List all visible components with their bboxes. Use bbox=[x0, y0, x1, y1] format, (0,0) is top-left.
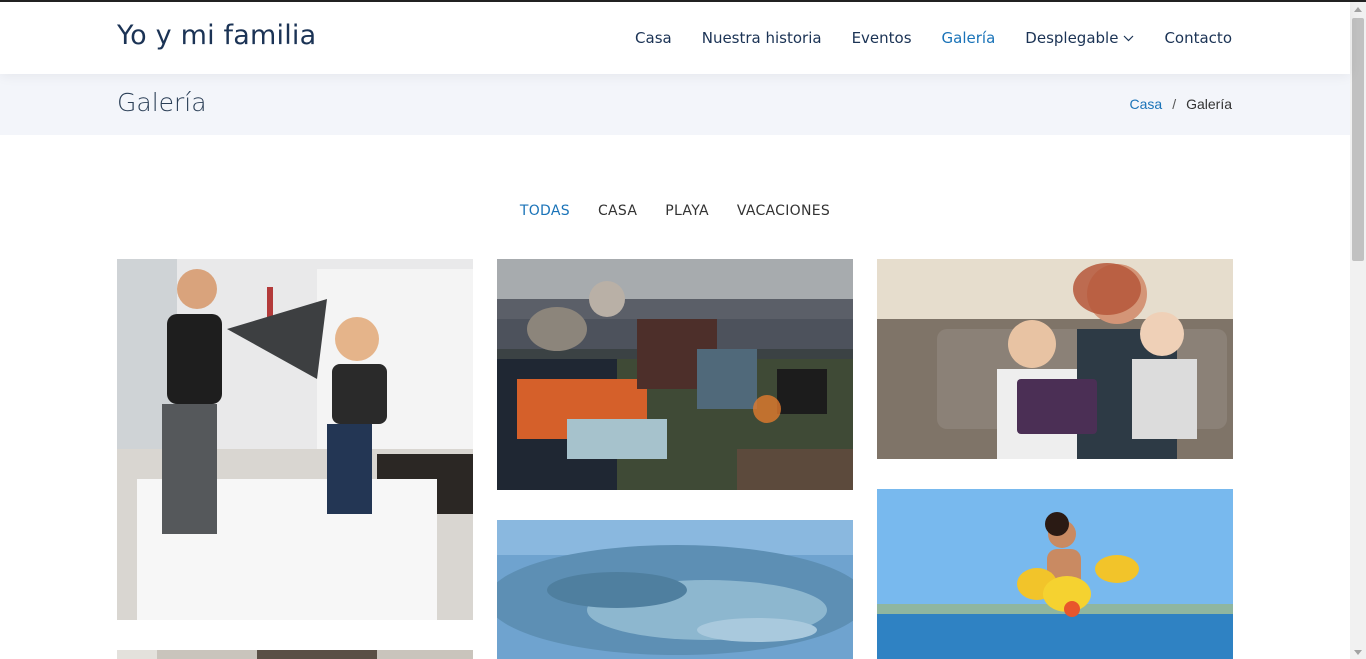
gallery-filters: TODAS CASA PLAYA VACACIONES bbox=[0, 203, 1350, 219]
family-partial-photo bbox=[117, 650, 473, 659]
nav-item-contacto[interactable]: Contacto bbox=[1164, 29, 1232, 47]
gallery-item-child-beach[interactable] bbox=[877, 489, 1233, 659]
filter-playa[interactable]: PLAYA bbox=[665, 203, 709, 219]
breadcrumb-separator: / bbox=[1172, 96, 1177, 112]
scrollbar-thumb[interactable] bbox=[1352, 18, 1364, 261]
pillow-fight-photo bbox=[117, 259, 473, 620]
campfire-group-photo bbox=[497, 259, 853, 490]
nav-item-casa[interactable]: Casa bbox=[635, 29, 672, 47]
gallery-item-pillow-fight[interactable] bbox=[117, 259, 473, 620]
breadcrumb-home-link[interactable]: Casa bbox=[1130, 96, 1163, 112]
breadcrumb: Casa / Galería bbox=[1130, 96, 1233, 112]
gallery-item-mother-children[interactable] bbox=[877, 259, 1233, 459]
chevron-down-icon bbox=[1124, 35, 1134, 41]
page-title-bar: Galería Casa / Galería bbox=[0, 74, 1350, 135]
nav-item-nuestra-historia[interactable]: Nuestra historia bbox=[702, 29, 822, 47]
child-beach-floaties-photo bbox=[877, 489, 1233, 659]
filter-casa[interactable]: CASA bbox=[598, 203, 637, 219]
gallery-item-campfire[interactable] bbox=[497, 259, 853, 490]
nav-item-eventos[interactable]: Eventos bbox=[852, 29, 912, 47]
site-logo[interactable]: Yo y mi familia bbox=[117, 20, 316, 51]
main-navigation: Casa Nuestra historia Eventos Galería De… bbox=[605, 29, 1232, 47]
page-scrollbar[interactable] bbox=[1350, 2, 1366, 659]
filter-todas[interactable]: TODAS bbox=[520, 203, 570, 219]
nav-item-desplegable-label: Desplegable bbox=[1025, 29, 1119, 47]
breadcrumb-current: Galería bbox=[1186, 96, 1232, 112]
mother-children-tablet-photo bbox=[877, 259, 1233, 459]
scroll-down-arrow-icon[interactable] bbox=[1354, 650, 1362, 655]
nav-item-galeria[interactable]: Galería bbox=[942, 29, 996, 47]
site-header: Yo y mi familia Casa Nuestra historia Ev… bbox=[0, 2, 1350, 74]
filter-vacaciones[interactable]: VACACIONES bbox=[737, 203, 830, 219]
gallery-item-aerial-landscape[interactable] bbox=[497, 520, 853, 659]
gallery-item-family-partial[interactable] bbox=[117, 650, 473, 659]
scroll-up-arrow-icon[interactable] bbox=[1354, 7, 1362, 12]
aerial-landscape-photo bbox=[497, 520, 853, 659]
nav-item-desplegable[interactable]: Desplegable bbox=[1025, 29, 1134, 47]
page-title: Galería bbox=[117, 88, 207, 117]
